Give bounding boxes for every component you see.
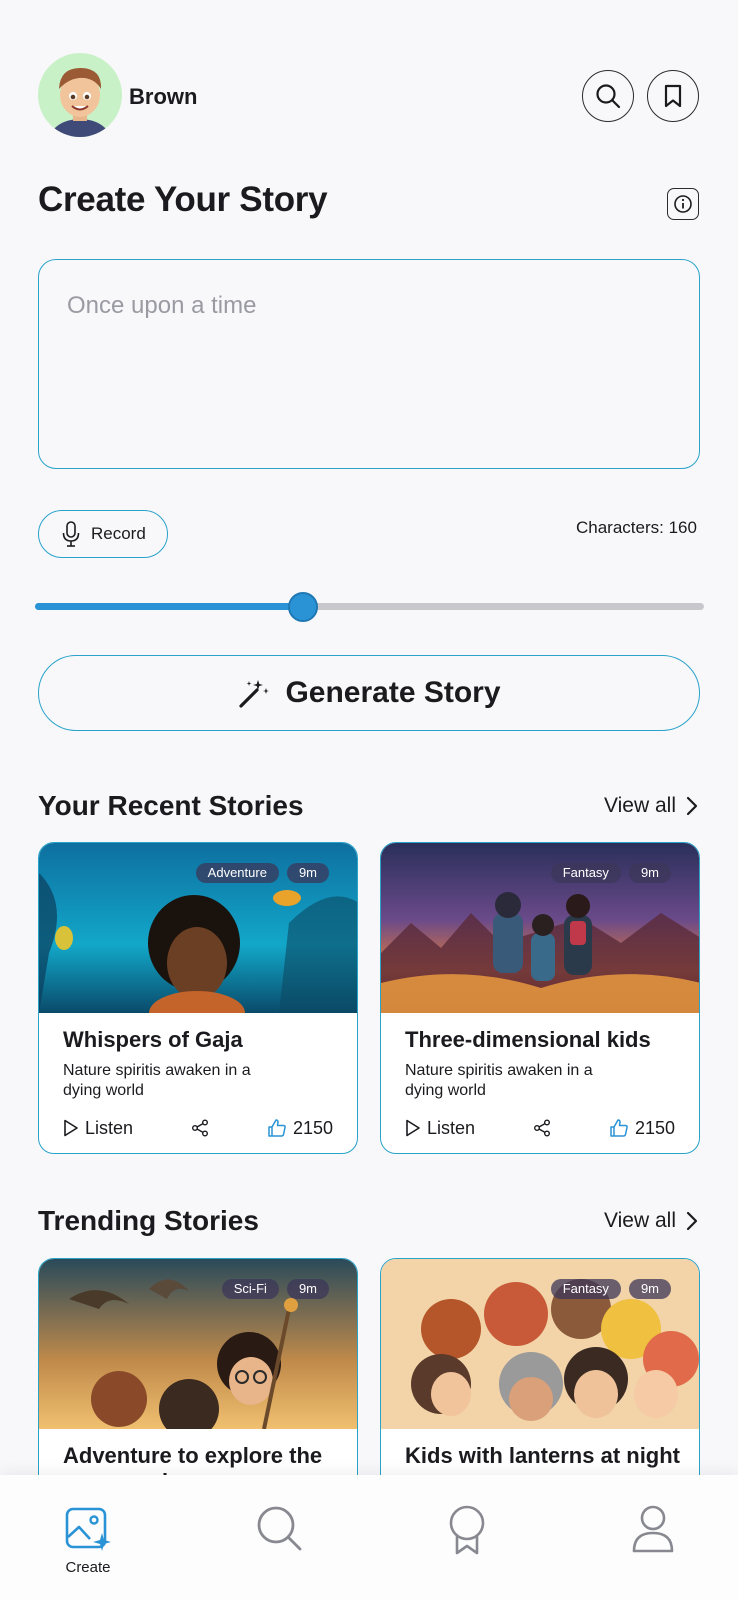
length-slider-fill bbox=[35, 603, 303, 610]
record-label: Record bbox=[91, 524, 146, 543]
nav-create[interactable]: Create bbox=[64, 1505, 112, 1576]
story-thumbnail: Adventure 9m bbox=[39, 843, 357, 1035]
story-title: Three-dimensional kids bbox=[405, 1027, 651, 1052]
username: Brown bbox=[129, 84, 198, 109]
chevron-right-icon bbox=[686, 796, 698, 816]
trending-view-all-link[interactable]: View all bbox=[604, 1209, 698, 1233]
nav-profile[interactable] bbox=[632, 1505, 674, 1553]
play-icon bbox=[64, 1119, 78, 1137]
nav-awards[interactable] bbox=[448, 1505, 486, 1555]
microphone-icon bbox=[62, 521, 80, 547]
listen-label: Listen bbox=[85, 1117, 134, 1138]
duration-tag: 9m bbox=[628, 1279, 671, 1299]
info-button[interactable] bbox=[667, 188, 699, 220]
share-button[interactable] bbox=[191, 1119, 209, 1137]
bookmark-icon bbox=[664, 84, 682, 108]
story-title: Whispers of Gaja bbox=[63, 1027, 243, 1052]
story-thumbnail: Sci-Fi 9m bbox=[39, 1259, 357, 1439]
genre-tag: Fantasy bbox=[550, 863, 621, 883]
recent-story-card[interactable]: Adventure 9m Whispers of Gaja Nature spi… bbox=[38, 842, 358, 1154]
play-icon bbox=[406, 1119, 420, 1137]
story-thumbnail: Fantasy 9m bbox=[381, 1259, 699, 1429]
like-count: 2150 bbox=[634, 1117, 675, 1138]
thumbs-up-icon bbox=[268, 1119, 286, 1137]
genre-tag: Fantasy bbox=[550, 1279, 621, 1299]
recent-stories-title: Your Recent Stories bbox=[38, 790, 304, 821]
share-icon bbox=[192, 1119, 208, 1137]
listen-label: Listen bbox=[427, 1117, 476, 1138]
recent-view-all-link[interactable]: View all bbox=[604, 794, 698, 818]
listen-button[interactable]: Listen bbox=[63, 1118, 133, 1139]
like-count: 2150 bbox=[292, 1117, 333, 1138]
duration-tag: 9m bbox=[286, 863, 329, 883]
character-count: Characters: 160 bbox=[576, 518, 697, 537]
story-input[interactable]: Once upon a time bbox=[38, 259, 700, 469]
story-description: Nature spiritis awaken in a dying world bbox=[405, 1062, 593, 1099]
record-button[interactable]: Record bbox=[38, 510, 168, 558]
like-button[interactable]: 2150 bbox=[609, 1118, 675, 1139]
bottom-navigation: Create bbox=[0, 1475, 738, 1600]
share-icon bbox=[534, 1119, 550, 1137]
story-thumbnail: Fantasy 9m bbox=[381, 843, 699, 1013]
nav-search[interactable] bbox=[256, 1505, 302, 1551]
search-icon bbox=[596, 84, 621, 109]
generate-story-button[interactable]: Generate Story bbox=[38, 655, 700, 731]
chevron-right-icon bbox=[686, 1211, 698, 1231]
avatar[interactable] bbox=[38, 53, 122, 137]
bookmark-button[interactable] bbox=[647, 70, 699, 122]
duration-tag: 9m bbox=[286, 1279, 329, 1299]
story-placeholder: Once upon a time bbox=[67, 292, 257, 319]
trending-stories-title: Trending Stories bbox=[38, 1205, 259, 1236]
create-image-icon bbox=[65, 1507, 111, 1551]
share-button[interactable] bbox=[533, 1119, 551, 1137]
generate-story-label: Generate Story bbox=[285, 676, 501, 709]
search-button[interactable] bbox=[582, 70, 634, 122]
nav-create-label: Create bbox=[65, 1559, 111, 1576]
badge-icon bbox=[449, 1505, 485, 1555]
profile-icon bbox=[632, 1505, 674, 1553]
length-slider-thumb[interactable] bbox=[288, 592, 318, 622]
duration-tag: 9m bbox=[628, 863, 671, 883]
story-description: Nature spiritis awaken in a dying world bbox=[63, 1062, 251, 1099]
genre-tag: Sci-Fi bbox=[221, 1279, 279, 1299]
story-title: Kids with lanterns at night bbox=[405, 1443, 681, 1468]
listen-button[interactable]: Listen bbox=[405, 1118, 475, 1139]
recent-view-all-label: View all bbox=[604, 794, 676, 817]
trending-view-all-label: View all bbox=[604, 1209, 676, 1232]
page-title: Create Your Story bbox=[38, 180, 328, 219]
recent-story-card[interactable]: Fantasy 9m Three-dimensional kids Nature… bbox=[380, 842, 700, 1154]
thumbs-up-icon bbox=[610, 1119, 628, 1137]
magic-wand-icon bbox=[239, 680, 270, 708]
info-icon bbox=[674, 195, 692, 213]
like-button[interactable]: 2150 bbox=[267, 1118, 333, 1139]
search-icon bbox=[257, 1506, 302, 1551]
genre-tag: Adventure bbox=[195, 863, 279, 883]
